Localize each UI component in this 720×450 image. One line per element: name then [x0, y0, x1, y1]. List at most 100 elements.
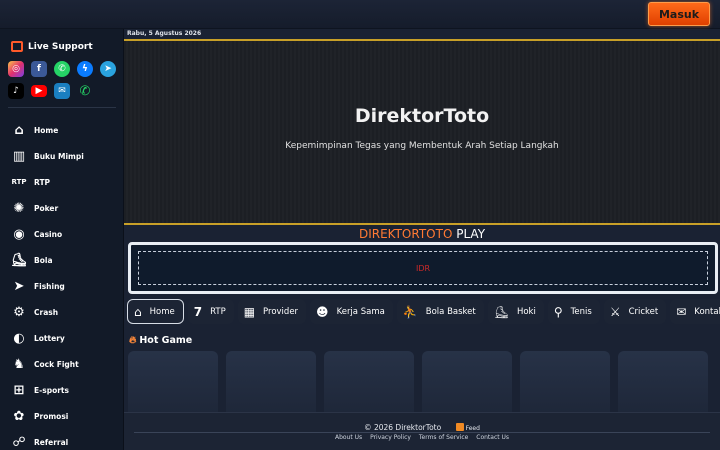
- current-date: Rabu, 5 Agustus 2026: [127, 30, 202, 37]
- sidebar-item-label: Promosi: [34, 411, 69, 421]
- feed-link[interactable]: Feed: [455, 423, 480, 432]
- sidebar: Live Support ◎ f ✆ ϟ ➤ ♪ ▶ ✉ ✆ ⌂ Home ▥ …: [0, 29, 124, 450]
- footer-link-privacy[interactable]: Privacy Policy: [370, 434, 411, 441]
- sidebar-item-crash[interactable]: ⚙ Crash: [0, 299, 124, 325]
- currency-panel: IDR: [128, 242, 718, 294]
- sidebar-item-rtp[interactable]: RTP RTP: [0, 169, 124, 195]
- instagram-icon[interactable]: ◎: [8, 61, 24, 77]
- play-title-suffix: PLAY: [452, 227, 486, 241]
- footer-link-about[interactable]: About Us: [335, 434, 362, 441]
- tab-rtp[interactable]: 7 RTP: [187, 299, 234, 324]
- game-card[interactable]: [618, 351, 708, 413]
- seven-icon: 7: [193, 304, 203, 319]
- whatsapp-icon[interactable]: ✆: [54, 61, 70, 77]
- sidebar-item-promosi[interactable]: ✿ Promosi: [0, 403, 124, 429]
- login-button[interactable]: Masuk: [648, 2, 710, 26]
- envelope-icon: ✉: [676, 304, 687, 319]
- tiktok-icon[interactable]: ♪: [8, 83, 24, 99]
- sidebar-item-casino[interactable]: ◉ Casino: [0, 221, 124, 247]
- email-icon[interactable]: ✉: [54, 83, 70, 99]
- sidebar-item-label: Buku Mimpi: [34, 151, 84, 161]
- sidebar-item-buku-mimpi[interactable]: ▥ Buku Mimpi: [0, 143, 124, 169]
- hero-subtitle: Kepemimpinan Tegas yang Membentuk Arah S…: [285, 141, 559, 151]
- casino-chip-icon: ◉: [13, 226, 25, 242]
- live-support-label: Live Support: [28, 41, 93, 52]
- tab-cricket[interactable]: ⚔ Cricket: [603, 299, 667, 324]
- sidebar-item-label: Casino: [34, 229, 63, 239]
- sidebar-item-lottery[interactable]: ◐ Lottery: [0, 325, 124, 351]
- fish-icon: ➤: [13, 278, 25, 294]
- tab-label: Provider: [263, 306, 299, 317]
- sidebar-item-poker[interactable]: ✺ Poker: [0, 195, 124, 221]
- sidebar-item-label: Poker: [34, 203, 59, 213]
- tab-home[interactable]: ⌂ Home: [127, 299, 184, 324]
- play-title-brand: DIREKTORTOTO: [358, 227, 453, 241]
- tab-label: Hoki: [516, 306, 536, 317]
- handshake-icon: ☻: [316, 304, 329, 319]
- tab-provider[interactable]: ▦ Provider: [237, 299, 307, 324]
- gamepad-icon: ⊞: [13, 382, 25, 398]
- sidebar-item-fishing[interactable]: ➤ Fishing: [0, 273, 124, 299]
- feed-label: Feed: [465, 425, 480, 432]
- sidebar-item-label: Home: [34, 125, 59, 135]
- sidebar-item-referral[interactable]: ☍ Referral: [0, 429, 124, 450]
- sidebar-item-label: Cock Fight: [34, 359, 79, 369]
- tab-hoki[interactable]: ⛸ Hoki: [487, 299, 544, 324]
- chat-icon: [11, 41, 23, 52]
- sidebar-item-home[interactable]: ⌂ Home: [0, 117, 124, 143]
- tab-label: Bola Basket: [425, 306, 476, 317]
- shoe-icon: ⛸: [10, 252, 28, 268]
- basketball-player-icon: ⛹: [402, 304, 418, 319]
- game-card[interactable]: [422, 351, 512, 413]
- tab-label: Home: [149, 306, 175, 317]
- tab-kerja-sama[interactable]: ☻ Kerja Sama: [310, 299, 393, 324]
- sidebar-item-label: E-sports: [34, 385, 69, 395]
- book-icon: ▥: [12, 148, 26, 164]
- lottery-icon: ◐: [13, 330, 25, 346]
- youtube-icon[interactable]: ▶: [31, 85, 47, 97]
- tennis-racket-icon: ⚲: [553, 304, 563, 319]
- rtp-icon: RTP: [11, 178, 27, 186]
- footer: © 2026 DirektorToto Feed About Us Privac…: [124, 412, 720, 450]
- footer-link-terms[interactable]: Terms of Service: [419, 434, 468, 441]
- tab-label: Cricket: [628, 306, 659, 317]
- home-icon: ⌂: [134, 304, 142, 319]
- currency-inner: IDR: [138, 251, 708, 285]
- rooster-icon: ♞: [13, 356, 25, 372]
- cricket-bat-icon: ⚔: [609, 304, 621, 319]
- hot-game-label: Hot Game: [139, 335, 193, 346]
- category-tabs: ⌂ Home 7 RTP ▦ Provider ☻ Kerja Sama ⛹ B…: [127, 299, 720, 325]
- sidebar-item-label: RTP: [34, 177, 51, 187]
- social-row-1: ◎ f ✆ ϟ ➤: [8, 61, 116, 77]
- sidebar-item-bola[interactable]: ⛸ Bola: [0, 247, 124, 273]
- live-support[interactable]: Live Support: [11, 41, 93, 52]
- sidebar-item-label: Crash: [34, 307, 59, 317]
- game-card[interactable]: [128, 351, 218, 413]
- sidebar-item-cock-fight[interactable]: ♞ Cock Fight: [0, 351, 124, 377]
- social-row-2: ♪ ▶ ✉ ✆: [8, 83, 93, 99]
- game-card[interactable]: [520, 351, 610, 413]
- tab-kontak[interactable]: ✉ Kontak: [670, 299, 720, 324]
- game-card[interactable]: [324, 351, 414, 413]
- game-card[interactable]: [226, 351, 316, 413]
- currency-label: IDR: [415, 263, 431, 273]
- hot-game-list: [128, 351, 708, 413]
- sidebar-item-e-sports[interactable]: ⊞ E-sports: [0, 377, 124, 403]
- messenger-icon[interactable]: ϟ: [77, 61, 93, 77]
- footer-link-contact[interactable]: Contact Us: [476, 434, 509, 441]
- tab-tenis[interactable]: ⚲ Tenis: [547, 299, 600, 324]
- tab-label: Tenis: [570, 306, 592, 317]
- footer-copyright-row: © 2026 DirektorToto Feed: [124, 423, 720, 432]
- fire-icon: 🔥︎: [129, 335, 137, 346]
- telegram-icon[interactable]: ➤: [100, 61, 116, 77]
- rss-icon: [455, 423, 464, 431]
- footer-links: About Us Privacy Policy Terms of Service…: [124, 434, 720, 441]
- poker-chip-icon: ✺: [13, 200, 25, 216]
- tab-bola-basket[interactable]: ⛹ Bola Basket: [396, 299, 484, 324]
- sidebar-item-label: Bola: [34, 255, 53, 265]
- facebook-icon[interactable]: f: [31, 61, 47, 77]
- phone-icon[interactable]: ✆: [77, 83, 93, 99]
- sidebar-item-label: Lottery: [34, 333, 65, 343]
- play-title: DIREKTORTOTO PLAY: [124, 227, 720, 241]
- promo-icon: ✿: [13, 408, 25, 424]
